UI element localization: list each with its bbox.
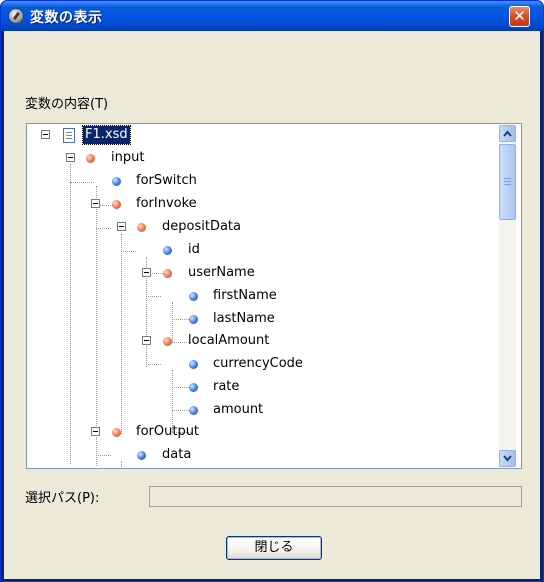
tree-node-label: depositData [162, 219, 241, 234]
selected-path-field [149, 486, 522, 507]
tree-node[interactable]: input [27, 148, 497, 168]
tree-root-label: F1.xsd [82, 125, 131, 145]
tree-node-label: input [111, 150, 145, 165]
complex-element-icon [86, 154, 95, 163]
collapse-toggle-icon[interactable] [142, 268, 151, 277]
tree-node-label: firstName [213, 288, 277, 303]
chevron-up-icon [503, 130, 512, 137]
selected-path-label: 選択パス(P): [25, 491, 100, 506]
tree-node[interactable]: userName [27, 263, 497, 283]
collapse-toggle-icon[interactable] [66, 153, 75, 162]
tree-node[interactable]: depositData [27, 217, 497, 237]
complex-element-icon [112, 200, 121, 209]
collapse-toggle-icon[interactable] [91, 427, 100, 436]
scroll-up-button[interactable] [499, 125, 516, 142]
scroll-thumb[interactable] [499, 144, 516, 220]
tree-node-label: localAmount [188, 333, 270, 348]
complex-element-icon [112, 428, 121, 437]
tree-node-label: userName [188, 265, 255, 280]
complex-element-icon [163, 337, 172, 346]
tree-node[interactable]: localAmount [27, 331, 497, 351]
simple-element-icon [112, 177, 121, 186]
scroll-down-button[interactable] [499, 450, 516, 467]
tree-node[interactable]: forOutput [27, 422, 497, 442]
collapse-toggle-icon[interactable] [41, 130, 50, 139]
close-window-button[interactable]: ✕ [509, 6, 530, 27]
tree-node-label: amount [213, 402, 264, 417]
tree-node-label: data [162, 447, 192, 462]
tree-node-label: currencyCode [213, 356, 303, 371]
tree-node[interactable]: rate [27, 377, 497, 397]
collapse-toggle-icon[interactable] [117, 222, 126, 231]
chevron-down-icon [503, 455, 512, 462]
xsd-file-icon [63, 128, 75, 143]
collapse-toggle-icon[interactable] [91, 199, 100, 208]
tree-scrollbar[interactable] [499, 125, 516, 467]
window-title: 変数の表示 [30, 9, 103, 25]
title-bar[interactable]: 変数の表示 ✕ [1, 1, 543, 31]
dialog-body: 変数の内容(T) F1.xsd input forSwitch forInvok… [4, 31, 540, 579]
tree-node-label: forOutput [136, 424, 200, 439]
tree-node-label: forInvoke [136, 196, 197, 211]
tree-node[interactable]: forSwitch [27, 171, 497, 191]
collapse-toggle-icon[interactable] [142, 336, 151, 345]
variable-contents-label: 変数の内容(T) [25, 97, 109, 112]
dialog-window: 変数の表示 ✕ 変数の内容(T) F1.xsd input forSwitch … [0, 0, 544, 582]
simple-element-icon [189, 360, 198, 369]
simple-element-icon [189, 315, 198, 324]
simple-element-icon [137, 451, 146, 460]
simple-element-icon [189, 406, 198, 415]
simple-element-icon [189, 383, 198, 392]
tree-node[interactable]: amount [27, 400, 497, 420]
tree-node[interactable]: data [27, 445, 497, 465]
complex-element-icon [137, 223, 146, 232]
tree-node[interactable]: firstName [27, 286, 497, 306]
close-icon: ✕ [513, 7, 526, 25]
simple-element-icon [163, 246, 172, 255]
variable-tree[interactable]: F1.xsd input forSwitch forInvoke deposit… [26, 123, 522, 469]
tree-node[interactable]: id [27, 240, 497, 260]
tree-node[interactable]: forInvoke [27, 194, 497, 214]
tree-node-label: forSwitch [136, 173, 197, 188]
tree-node-label: lastName [213, 311, 275, 326]
tree-root-row[interactable]: F1.xsd [27, 125, 497, 145]
simple-element-icon [189, 292, 198, 301]
tree-node-label: rate [213, 379, 240, 394]
tree-node[interactable]: currencyCode [27, 354, 497, 374]
close-button[interactable]: 閉じる [226, 536, 322, 560]
app-icon [8, 8, 24, 24]
complex-element-icon [163, 269, 172, 278]
tree-node[interactable]: lastName [27, 309, 497, 329]
tree-node-label: id [188, 242, 200, 257]
